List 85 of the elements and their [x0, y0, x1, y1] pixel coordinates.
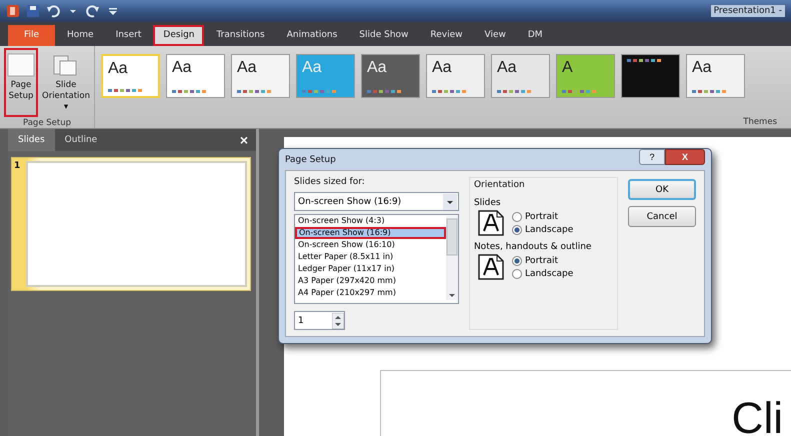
list-option[interactable]: On-screen Show (16:9): [295, 227, 446, 239]
close-button[interactable]: ×: [232, 129, 256, 151]
spinner-arrows-icon[interactable]: [332, 312, 344, 328]
theme-sample-text: Aa: [432, 59, 452, 77]
color-swatches: [237, 90, 271, 93]
window-title: Presentation1 -: [710, 5, 785, 17]
theme-thumbnail[interactable]: A: [556, 54, 615, 98]
color-swatches: [562, 90, 596, 93]
slide-orientation-button[interactable]: Slide Orientation ▾: [42, 48, 90, 117]
theme-thumbnail[interactable]: Aa: [166, 54, 225, 98]
ribbon-tab[interactable]: Design: [153, 25, 204, 46]
list-option[interactable]: On-screen Show (16:10): [295, 239, 446, 251]
dialog-title: Page Setup: [285, 154, 336, 164]
ribbon-tab[interactable]: Home: [57, 25, 104, 46]
radio-button[interactable]: [512, 224, 522, 234]
theme-thumbnail[interactable]: [621, 54, 680, 98]
help-button[interactable]: ?: [639, 149, 665, 165]
scrollbar[interactable]: [446, 216, 458, 300]
theme-sample-text: Aa: [108, 60, 128, 78]
panel-tab[interactable]: Slides: [8, 129, 55, 151]
theme-sample-text: A: [562, 59, 573, 77]
ribbon-tab[interactable]: Animations: [276, 25, 348, 46]
group-label: Page Setup: [22, 117, 72, 129]
panel-tab[interactable]: Outline: [54, 129, 108, 151]
theme-thumbnail[interactable]: Aa: [686, 54, 745, 98]
page-icon: [5, 52, 37, 78]
slide-number: 1: [14, 161, 22, 173]
theme-thumbnail[interactable]: Aa: [101, 54, 160, 98]
theme-sample-text: Aa: [497, 59, 517, 77]
theme-sample-text: Aa: [692, 59, 712, 77]
radio-button[interactable]: [512, 256, 522, 266]
slide-thumbnail-row[interactable]: 1: [11, 157, 251, 291]
group-label: Themes: [742, 116, 778, 128]
list-option[interactable]: A3 Paper (297x420 mm): [295, 275, 446, 287]
ribbon-tab[interactable]: DM: [518, 25, 553, 46]
size-list[interactable]: On-screen Show (4:3) On-screen Show (16:9) On-screen Show (16:10) Letter Paper (8.5x11 in) Ledger Paper (11x17 in) A3 Paper (297x420 mm) A4 Paper (210x297 mm): [294, 214, 459, 304]
ribbon-tab[interactable]: Review: [420, 25, 473, 46]
radio-button[interactable]: [512, 268, 522, 278]
close-button[interactable]: X: [665, 149, 705, 165]
theme-thumbnail[interactable]: Aa: [491, 54, 550, 98]
ribbon-tab[interactable]: Insert: [106, 25, 152, 46]
color-swatches: [367, 90, 401, 93]
list-option[interactable]: On-screen Show (4:3): [295, 215, 446, 227]
slide-title-text: Cli: [732, 397, 783, 436]
file-tab[interactable]: File: [8, 25, 55, 46]
theme-thumbnail[interactable]: Aa: [231, 54, 290, 98]
size-dropdown[interactable]: On-screen Show (16:9): [294, 192, 459, 211]
ribbon-tab[interactable]: View: [474, 25, 516, 46]
color-swatches: [432, 90, 466, 93]
group-title: Orientation: [474, 180, 526, 192]
app-icon[interactable]: [6, 4, 20, 18]
color-swatches: [692, 90, 726, 93]
redo-icon[interactable]: [86, 4, 100, 18]
page-letter-icon[interactable]: [478, 254, 504, 280]
radio-label: Portrait: [524, 256, 558, 266]
list-option[interactable]: Letter Paper (8.5x11 in): [295, 251, 446, 263]
ribbon-tab[interactable]: Slide Show: [349, 25, 418, 46]
cancel-button[interactable]: Cancel: [628, 206, 696, 227]
color-swatches: [172, 90, 206, 93]
undo-icon[interactable]: [46, 4, 60, 18]
radio-label: Landscape: [524, 268, 574, 278]
group-label: Slides: [474, 198, 502, 208]
color-swatches: [108, 89, 142, 92]
theme-thumbnail[interactable]: Aa: [426, 54, 485, 98]
radio-button[interactable]: [512, 212, 522, 222]
save-icon[interactable]: [26, 4, 40, 18]
theme-sample-text: Aa: [302, 59, 322, 77]
number-spinner[interactable]: 1: [294, 311, 345, 330]
list-option[interactable]: A4 Paper (210x297 mm): [295, 287, 446, 299]
theme-thumbnail[interactable]: Aa: [361, 54, 420, 98]
ribbon-tab[interactable]: Transitions: [206, 25, 275, 46]
color-swatches: [627, 59, 661, 62]
theme-sample-text: Aa: [367, 59, 387, 77]
color-swatches: [302, 90, 336, 93]
radio-label: Portrait: [524, 212, 558, 222]
page-setup-button[interactable]: Page Setup: [4, 48, 38, 117]
theme-sample-text: Aa: [172, 59, 192, 77]
theme-sample-text: Aa: [237, 59, 257, 77]
group-label: Notes, handouts & outline: [474, 242, 592, 252]
ok-button[interactable]: OK: [628, 179, 696, 200]
page-letter-icon[interactable]: [478, 210, 504, 236]
color-swatches: [497, 90, 531, 93]
radio-label: Landscape: [524, 224, 574, 234]
list-option[interactable]: Ledger Paper (11x17 in): [295, 263, 446, 275]
field-label: Slides sized for:: [294, 177, 366, 189]
